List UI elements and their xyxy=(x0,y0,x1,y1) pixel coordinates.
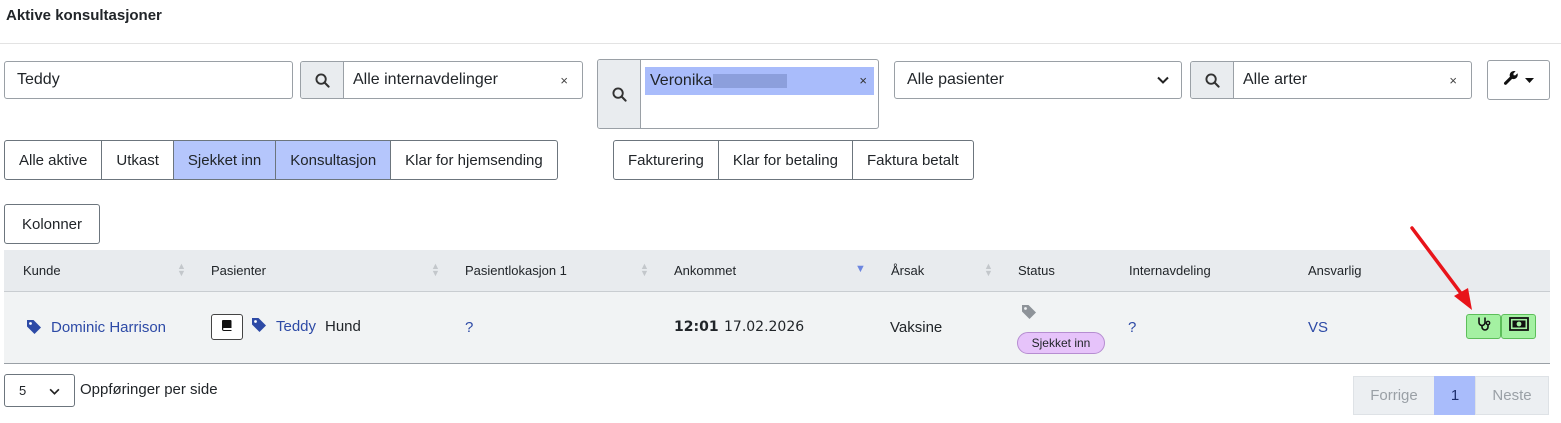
tag-icon xyxy=(26,319,42,339)
payment-button[interactable] xyxy=(1501,314,1536,339)
reason: Vaksine xyxy=(890,319,943,336)
table-header: Kunde ▲ ▼ Pasienter ▲ ▼ Pasientlokasjon 1 … xyxy=(4,250,1550,292)
billing-filter-group: Fakturering Klar for betaling Faktura be… xyxy=(613,140,974,180)
tab-all-active[interactable]: Alle aktive xyxy=(4,140,103,180)
money-bill-icon xyxy=(1508,317,1529,336)
page-1-button[interactable]: 1 xyxy=(1434,376,1476,415)
page-title: Aktive konsultasjoner xyxy=(6,7,162,24)
header-internal-department: Internavdeling xyxy=(1129,263,1211,278)
status-filter-group: Alle aktive Utkast Sjekket inn Konsultas… xyxy=(4,140,558,180)
chevron-down-icon xyxy=(1157,71,1169,89)
patient-location-link[interactable]: ? xyxy=(465,319,473,336)
internal-department-link[interactable]: ? xyxy=(1128,319,1136,336)
patient-link[interactable]: Teddy xyxy=(276,318,316,335)
stethoscope-icon xyxy=(1476,316,1492,337)
responsible-select[interactable]: Veronika × xyxy=(597,59,879,129)
sort-desc-icon[interactable]: ▼ xyxy=(855,264,866,275)
arrived-time: 12:01 xyxy=(674,319,719,335)
tag-icon[interactable] xyxy=(1020,304,1038,324)
search-icon xyxy=(598,60,641,128)
sort-icon[interactable]: ▲ ▼ xyxy=(984,262,993,278)
header-reason[interactable]: Årsak xyxy=(891,263,924,278)
clear-icon[interactable]: × xyxy=(560,73,568,88)
patient-select-value: Alle pasienter xyxy=(907,71,1004,88)
internal-department-select[interactable]: Alle internavdelinger × xyxy=(300,61,583,99)
redacted-text xyxy=(713,74,788,88)
wrench-icon xyxy=(1503,70,1519,91)
pagination: Forrige 1 Neste xyxy=(1353,376,1549,415)
responsible-chip-label: Veronika xyxy=(650,72,713,89)
title-divider xyxy=(0,43,1561,44)
next-page-button[interactable]: Neste xyxy=(1475,376,1549,415)
clear-icon[interactable]: × xyxy=(859,73,867,88)
annotation-arrow-icon xyxy=(1410,226,1472,310)
species-select[interactable]: Alle arter × xyxy=(1190,61,1472,99)
sort-icon[interactable]: ▲ ▼ xyxy=(431,262,440,278)
chevron-down-icon xyxy=(49,383,60,398)
book-icon xyxy=(221,318,233,336)
sort-icon[interactable]: ▲ ▼ xyxy=(177,262,186,278)
header-patient-location[interactable]: Pasientlokasjon 1 xyxy=(465,263,567,278)
search-icon xyxy=(1191,62,1234,98)
responsible-link[interactable]: VS xyxy=(1308,319,1328,336)
settings-dropdown-button[interactable] xyxy=(1487,60,1550,100)
previous-page-button[interactable]: Forrige xyxy=(1353,376,1435,415)
patient-species: Hund xyxy=(325,318,361,335)
header-customer[interactable]: Kunde xyxy=(23,263,61,278)
species-value: Alle arter xyxy=(1243,71,1308,88)
tab-draft[interactable]: Utkast xyxy=(101,140,174,180)
patient-journal-button[interactable] xyxy=(211,314,243,340)
start-consultation-button[interactable] xyxy=(1466,314,1501,339)
tab-checked-in[interactable]: Sjekket inn xyxy=(172,140,277,180)
status-badge: Sjekket inn xyxy=(1017,332,1105,354)
tab-consultation[interactable]: Konsultasjon xyxy=(275,140,392,180)
tab-ready-for-discharge[interactable]: Klar for hjemsending xyxy=(390,140,558,180)
patient-select[interactable]: Alle pasienter xyxy=(894,61,1182,99)
customer-link[interactable]: Dominic Harrison xyxy=(51,319,166,336)
arrived-date: 17.02.2026 xyxy=(724,319,805,335)
tab-invoicing[interactable]: Fakturering xyxy=(613,140,719,180)
tab-ready-for-payment[interactable]: Klar for betaling xyxy=(717,140,853,180)
internal-department-value: Alle internavdelinger xyxy=(353,71,498,88)
header-status: Status xyxy=(1018,263,1055,278)
selected-responsible-chip[interactable]: Veronika × xyxy=(645,67,874,95)
tab-invoice-paid[interactable]: Faktura betalt xyxy=(851,140,974,180)
entries-per-page-select[interactable]: 5 xyxy=(4,374,75,407)
header-arrived[interactable]: Ankommet xyxy=(674,263,736,278)
search-icon xyxy=(301,62,344,98)
per-page-label: Oppføringer per side xyxy=(80,381,218,398)
header-responsible: Ansvarlig xyxy=(1308,263,1362,278)
caret-down-icon xyxy=(1525,71,1534,89)
columns-button[interactable]: Kolonner xyxy=(4,204,100,244)
tag-icon xyxy=(251,317,267,337)
per-page-value: 5 xyxy=(19,383,27,398)
clear-icon[interactable]: × xyxy=(1449,73,1457,88)
table-row: Dominic Harrison Teddy Hund ? 12:01 17.0… xyxy=(4,292,1550,364)
sort-icon[interactable]: ▲ ▼ xyxy=(640,262,649,278)
header-patients[interactable]: Pasienter xyxy=(211,263,266,278)
patient-search-input[interactable]: Teddy xyxy=(4,61,293,99)
